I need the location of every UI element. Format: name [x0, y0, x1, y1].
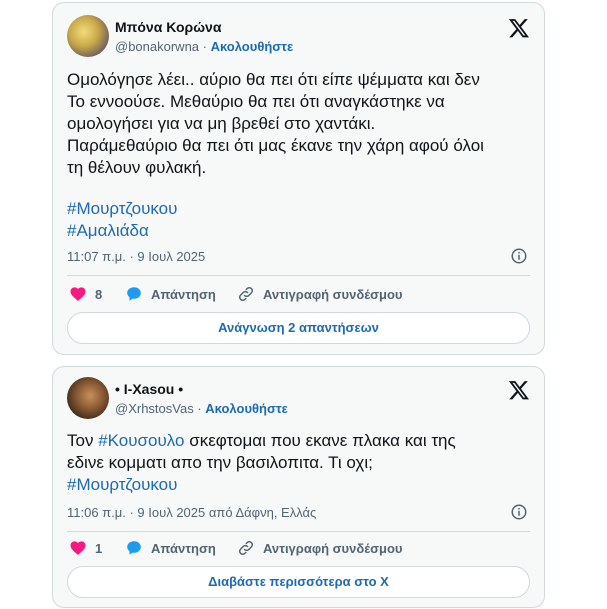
tweet-timestamp[interactable]: 11:07 π.μ. · 9 Ιουλ 2025	[67, 249, 205, 264]
follow-link[interactable]: Ακολουθήστε	[211, 39, 294, 54]
like-count: 1	[95, 540, 103, 556]
separator: ·	[193, 401, 206, 416]
tweet-actions: 1 Απάντηση Αντιγραφή συνδέσμου	[69, 539, 530, 561]
author-handle-line: @bonakorwna · Ακολουθήστε	[115, 39, 293, 54]
tweet-text-line: τη θέλουν φυλακή.	[67, 158, 207, 177]
reply-bubble-icon	[127, 541, 141, 555]
tweet-text-line: Τον #Κουσουλο σκεφτομαι που εκανε πλακα …	[67, 430, 530, 452]
reply-label: Απάντηση	[151, 540, 216, 556]
x-logo-icon[interactable]	[508, 379, 530, 401]
hashtag-link[interactable]: #Αμαλιάδα	[67, 220, 530, 242]
hashtag-link[interactable]: #Μουρτζουκου	[67, 198, 530, 220]
copy-link-label: Αντιγραφή συνδέσμου	[263, 540, 403, 556]
reply-button[interactable]: Απάντηση	[125, 539, 216, 557]
author-handle-line: @XrhstosVas · Ακολουθήστε	[115, 401, 288, 416]
tweet-timestamp[interactable]: 11:06 π.μ. · 9 Ιουλ 2025 από Δάφνη, Ελλά…	[67, 505, 316, 520]
link-icon	[238, 540, 254, 556]
tweet-text: Τον #Κουσουλο σκεφτομαι που εκανε πλακα …	[67, 430, 530, 496]
copy-link-label: Αντιγραφή συνδέσμου	[263, 286, 403, 302]
info-icon[interactable]	[510, 503, 528, 521]
read-more-button[interactable]: Διαβάστε περισσότερα στο X	[67, 566, 530, 598]
avatar[interactable]	[67, 15, 109, 57]
tweet-header: • I-Xasou • @XrhstosVas · Ακολουθήστε	[67, 377, 530, 419]
tweet-text-line: ομολογήσει για να μη βρεθεί στο χαντάκι.	[67, 114, 376, 133]
tweet-card[interactable]: Μπόνα Κορώνα @bonakorwna · Ακολουθήστε Ο…	[52, 2, 545, 355]
tweet-text-line: Το εννοούσε. Μεθαύριο θα πει ότι αναγκάσ…	[67, 92, 445, 111]
separator: ·	[199, 39, 211, 54]
divider	[67, 275, 530, 276]
author-name[interactable]: • I-Xasou •	[115, 381, 183, 397]
author-handle[interactable]: @bonakorwna	[115, 39, 199, 54]
hashtag-link[interactable]: #Κουσουλο	[98, 431, 184, 450]
heart-icon	[70, 541, 86, 555]
hashtag-link[interactable]: #Μουρτζουκου	[67, 474, 530, 496]
tweet-card[interactable]: • I-Xasou • @XrhstosVas · Ακολουθήστε Το…	[52, 366, 545, 608]
heart-icon	[70, 287, 86, 301]
copy-link-button[interactable]: Αντιγραφή συνδέσμου	[237, 285, 402, 303]
like-button[interactable]: 1	[69, 539, 102, 557]
reply-bubble-icon	[127, 287, 141, 301]
like-count: 8	[95, 286, 103, 302]
follow-link[interactable]: Ακολουθήστε	[205, 401, 288, 416]
divider	[67, 531, 530, 532]
author-handle[interactable]: @XrhstosVas	[115, 401, 194, 416]
reply-label: Απάντηση	[151, 286, 216, 302]
tweet-text-line: εδινε κομματι απο την βασιλοπιτα. Τι οχι…	[67, 453, 373, 472]
x-logo-icon[interactable]	[508, 17, 530, 39]
tweet-text-line: Ομολόγησε λέει.. αύριο θα πει ότι είπε ψ…	[67, 70, 480, 89]
info-icon[interactable]	[510, 247, 528, 265]
tweet-text: Ομολόγησε λέει.. αύριο θα πει ότι είπε ψ…	[67, 69, 530, 179]
like-button[interactable]: 8	[69, 285, 102, 303]
author-name[interactable]: Μπόνα Κορώνα	[115, 19, 221, 35]
tweet-hashtags: #Μουρτζουκου #Αμαλιάδα	[67, 198, 530, 242]
read-replies-button[interactable]: Ανάγνωση 2 απαντήσεων	[67, 312, 530, 344]
tweet-text-line: Παράμεθαύριο θα πει ότι μας έκανε την χά…	[67, 136, 484, 155]
reply-button[interactable]: Απάντηση	[125, 285, 216, 303]
text-segment: σκεφτομαι που εκανε πλακα και της	[184, 431, 456, 450]
copy-link-button[interactable]: Αντιγραφή συνδέσμου	[237, 539, 402, 557]
tweet-actions: 8 Απάντηση Αντιγραφή συνδέσμου	[69, 285, 530, 307]
tweet-header: Μπόνα Κορώνα @bonakorwna · Ακολουθήστε	[67, 15, 530, 57]
avatar[interactable]	[67, 377, 109, 419]
link-icon	[238, 286, 254, 302]
text-segment: Τον	[67, 431, 99, 450]
